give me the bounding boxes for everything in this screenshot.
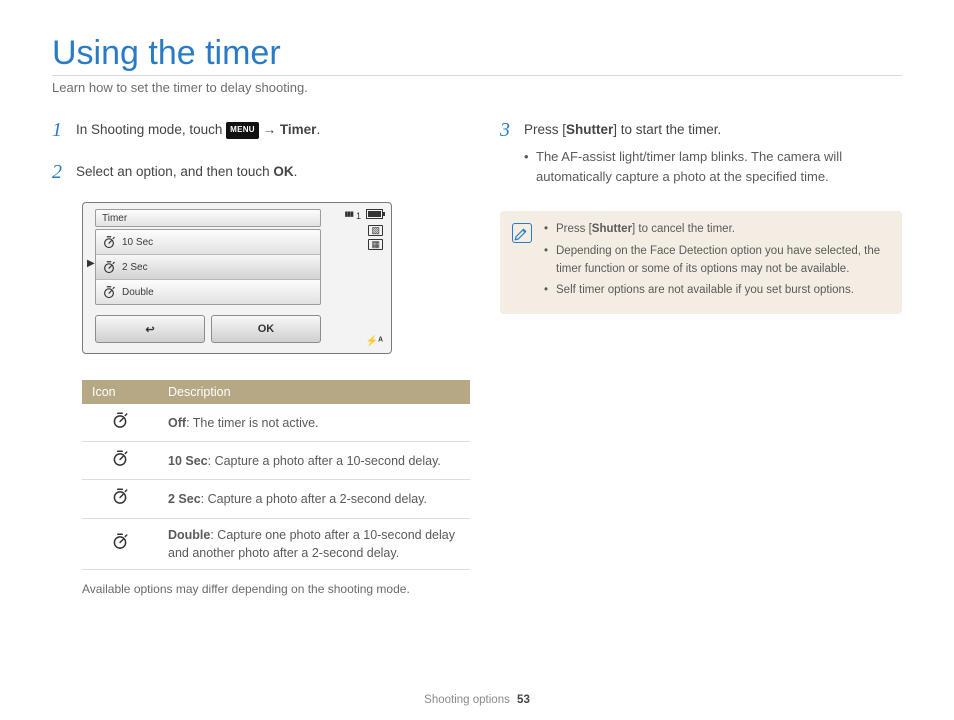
- selection-caret-icon: ▶: [87, 258, 95, 269]
- step-number: 3: [500, 119, 514, 191]
- row-text: : Capture a photo after a 2-second delay…: [201, 492, 427, 506]
- table-caption: Available options may differ depending o…: [82, 582, 454, 596]
- menu-icon: MENU: [226, 122, 259, 139]
- cam-row-label: Double: [122, 287, 154, 298]
- cam-row-2sec[interactable]: 2 Sec: [96, 255, 320, 280]
- step-2-text-a: Select an option, and then touch: [76, 164, 273, 179]
- ok-icon: OK: [273, 164, 293, 179]
- left-column: 1 In Shooting mode, touch MENU → Timer. …: [52, 119, 454, 596]
- note-item: Self timer options are not available if …: [544, 282, 890, 300]
- timer-10-icon: [102, 235, 116, 249]
- step-1: 1 In Shooting mode, touch MENU → Timer.: [52, 119, 454, 141]
- page-number: 53: [517, 694, 530, 706]
- step-3-text-b: ] to start the timer.: [613, 122, 721, 137]
- timer-10-icon: [111, 449, 129, 467]
- card-icon: ▧: [368, 225, 383, 236]
- timer-2-icon: [102, 260, 116, 274]
- note-shutter-label: Shutter: [592, 223, 632, 235]
- note-item: Depending on the Face Detection option y…: [544, 243, 890, 279]
- bars-icon: ▮▮▮: [344, 210, 353, 218]
- table-row: Off: The timer is not active.: [82, 404, 470, 442]
- table-row: 2 Sec: Capture a photo after a 2-second …: [82, 480, 470, 518]
- right-column: 3 Press [Shutter] to start the timer. Th…: [500, 119, 902, 596]
- row-text: : Capture a photo after a 10-second dela…: [208, 454, 441, 468]
- cam-row-label: 10 Sec: [122, 237, 153, 248]
- row-text: : The timer is not active.: [186, 416, 318, 430]
- cam-indicators: 1 ▮▮▮ ▧ ▦ ⚡ᴬ: [331, 209, 383, 347]
- cam-title: Timer: [95, 209, 321, 227]
- cam-back-button[interactable]: ↩: [95, 315, 205, 343]
- step-3-bullet: The AF-assist light/timer lamp blinks. T…: [524, 147, 902, 187]
- step-1-timer-label: Timer: [280, 122, 317, 137]
- row-key: 10 Sec: [168, 454, 208, 468]
- cam-ok-button[interactable]: OK: [211, 315, 321, 343]
- timer-double-icon: [102, 285, 116, 299]
- cam-row-label: 2 Sec: [122, 262, 148, 273]
- icon-description-table: Icon Description Off: The timer is not a…: [82, 380, 470, 570]
- row-key: 2 Sec: [168, 492, 201, 506]
- note-box: Press [Shutter] to cancel the timer. Dep…: [500, 211, 902, 314]
- step-3-text-a: Press [: [524, 122, 566, 137]
- row-key: Double: [168, 528, 210, 542]
- camera-screen: Timer ▶ 10 Sec 2 Sec Double ↩ OK: [82, 202, 392, 354]
- step-1-arrow: →: [263, 122, 280, 137]
- page-footer: Shooting options 53: [0, 694, 954, 706]
- table-row: Double: Capture one photo after a 10-sec…: [82, 518, 470, 569]
- timer-double-icon: [111, 532, 129, 550]
- battery-icon: [366, 209, 383, 221]
- page-title: Using the timer: [52, 34, 902, 73]
- step-number: 1: [52, 119, 66, 141]
- step-1-text-a: In Shooting mode, touch: [76, 122, 226, 137]
- row-text: : Capture one photo after a 10-second de…: [168, 528, 455, 560]
- table-row: 10 Sec: Capture a photo after a 10-secon…: [82, 442, 470, 480]
- shot-count: 1: [356, 211, 361, 221]
- flash-icon: ⚡ᴬ: [366, 336, 383, 347]
- timer-2-icon: [111, 487, 129, 505]
- page-subtitle: Learn how to set the timer to delay shoo…: [52, 80, 902, 95]
- note-text: Press [: [556, 223, 592, 235]
- cam-row-double[interactable]: Double: [96, 280, 320, 304]
- step-number: 2: [52, 161, 66, 183]
- shutter-label: Shutter: [566, 122, 613, 137]
- col-desc: Description: [158, 380, 470, 404]
- row-key: Off: [168, 416, 186, 430]
- step-2: 2 Select an option, and then touch OK.: [52, 161, 454, 183]
- note-text: ] to cancel the timer.: [632, 223, 735, 235]
- note-pencil-icon: [512, 223, 532, 243]
- step-3: 3 Press [Shutter] to start the timer. Th…: [500, 119, 902, 191]
- mode-icon: ▦: [368, 239, 383, 250]
- col-icon: Icon: [82, 380, 158, 404]
- footer-section: Shooting options: [424, 694, 510, 706]
- note-item: Press [Shutter] to cancel the timer.: [544, 221, 890, 239]
- title-rule: [52, 75, 902, 76]
- cam-option-list: 10 Sec 2 Sec Double: [95, 229, 321, 305]
- timer-off-icon: [111, 411, 129, 429]
- cam-row-10sec[interactable]: 10 Sec: [96, 230, 320, 255]
